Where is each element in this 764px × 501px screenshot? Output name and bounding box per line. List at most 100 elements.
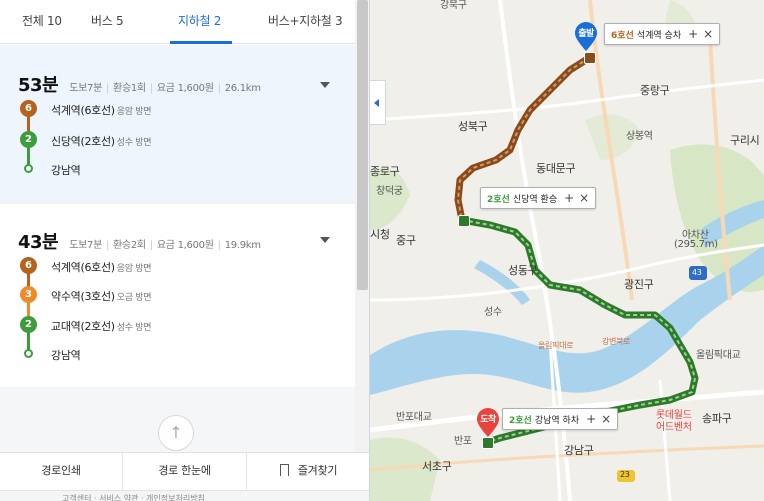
callout-line: 2호선 bbox=[509, 416, 532, 426]
collapse-panel-button[interactable] bbox=[370, 80, 386, 125]
line-6-badge: 6 bbox=[20, 100, 37, 117]
road-number: 23 bbox=[620, 470, 630, 479]
route-option-2[interactable]: 43분 도보7분 | 환승2회 | 요금 1,600원 | 19.9km 6 석계역(6호선… bbox=[0, 204, 355, 387]
map-label: 올림픽대교 bbox=[696, 350, 741, 361]
map-label: 동대문구 bbox=[536, 162, 576, 175]
map-label: 창덕궁 bbox=[376, 186, 403, 197]
callout-action: 환승 bbox=[540, 195, 558, 205]
map-label: 성동구 bbox=[508, 264, 538, 277]
destination-dot-icon bbox=[24, 349, 33, 358]
map-label: 어드벤처 bbox=[656, 422, 692, 433]
map-label: 올림픽대로 bbox=[538, 341, 574, 350]
map-label: 송파구 bbox=[702, 412, 732, 425]
callout-station: 석계역 bbox=[636, 31, 662, 41]
plus-icon[interactable]: + bbox=[586, 409, 596, 429]
map-label: 광진구 bbox=[624, 278, 654, 291]
end-callout: 2호선 강남역 하차 + × bbox=[502, 408, 619, 430]
pin-label: 출발 bbox=[578, 29, 594, 39]
route-duration: 53분 bbox=[18, 75, 59, 96]
callout-action: 하차 bbox=[562, 416, 580, 426]
map-label: 강북구 bbox=[440, 0, 467, 11]
route-summary: 53분 도보7분 | 환승1회 | 요금 1,600원 | 26.1km bbox=[18, 75, 261, 96]
active-tab-indicator bbox=[170, 41, 232, 44]
distance: 26.1km bbox=[224, 83, 261, 94]
map-label: 중랑구 bbox=[640, 84, 670, 97]
tab-all[interactable]: 전체 10 bbox=[22, 12, 62, 29]
tab-bus-subway[interactable]: 버스+지하철 3 bbox=[268, 12, 343, 29]
fare: 요금 1,600원 bbox=[156, 240, 214, 251]
direction: 응암 방면 bbox=[116, 264, 152, 274]
bookmark-icon bbox=[279, 464, 289, 479]
walk-time: 도보7분 bbox=[69, 83, 102, 94]
chevron-left-icon bbox=[374, 99, 379, 107]
walk-time: 도보7분 bbox=[69, 240, 102, 251]
plus-icon[interactable]: + bbox=[688, 24, 698, 44]
map-label: 성북구 bbox=[458, 120, 488, 133]
station-name: 석계역(6호선) bbox=[51, 104, 115, 117]
direction: 응암 방면 bbox=[116, 107, 152, 117]
route-panel: 전체 10 버스 5 지하철 2 버스+지하철 3 53분 도보7분 | 환승1회 |… bbox=[0, 0, 370, 501]
transfer-callout: 2호선 신당역 환승 + × bbox=[480, 187, 597, 209]
map-label: 중구 bbox=[396, 234, 416, 247]
map-label: 시청 bbox=[370, 228, 390, 241]
direction: 오금 방면 bbox=[116, 293, 152, 303]
map-view[interactable]: 강북구 중랑구 상봉역 성북구 구리시 동대문구 종로구 창덕궁 시청 중구 아… bbox=[370, 0, 764, 501]
print-route-button[interactable]: 경로인쇄 bbox=[0, 453, 122, 491]
route-summary: 43분 도보7분 | 환승2회 | 요금 1,600원 | 19.9km bbox=[18, 232, 261, 253]
close-icon[interactable]: × bbox=[601, 409, 611, 429]
fare: 요금 1,600원 bbox=[156, 83, 214, 94]
line-2-badge: 2 bbox=[20, 316, 37, 333]
map-label: 반포 bbox=[454, 436, 472, 447]
tab-bus[interactable]: 버스 5 bbox=[91, 12, 124, 29]
plus-icon[interactable]: + bbox=[564, 188, 574, 208]
start-callout: 6호선 석계역 승차 + × bbox=[604, 23, 721, 45]
station-marker[interactable] bbox=[584, 52, 596, 64]
bookmark-label: 즐겨찾기 bbox=[297, 464, 338, 477]
chevron-down-icon[interactable] bbox=[320, 237, 330, 243]
destination-dot-icon bbox=[24, 164, 33, 173]
station-name: 석계역(6호선) bbox=[51, 261, 115, 274]
transfer-count: 환승1회 bbox=[113, 83, 146, 94]
station-marker[interactable] bbox=[482, 437, 494, 449]
station-name: 약수역(3호선) bbox=[51, 290, 115, 303]
tab-subway[interactable]: 지하철 2 bbox=[178, 12, 221, 29]
route-option-1[interactable]: 53분 도보7분 | 환승1회 | 요금 1,600원 | 26.1km 6 석계역(6호선… bbox=[0, 45, 355, 201]
map-label: 종로구 bbox=[370, 165, 400, 178]
station-name: 강남역 bbox=[51, 349, 81, 362]
scroll-to-top-button[interactable]: ↑ bbox=[158, 415, 194, 451]
map-label: 성수 bbox=[484, 307, 502, 318]
bottom-action-bar: 경로인쇄 경로 한눈에 즐겨찾기 bbox=[0, 452, 369, 491]
transfer-count: 환승2회 bbox=[113, 240, 146, 251]
bookmark-button[interactable]: 즐겨찾기 bbox=[247, 453, 369, 491]
scrollbar-thumb[interactable] bbox=[357, 0, 368, 290]
road-number: 43 bbox=[692, 268, 702, 277]
map-label: (295.7m) bbox=[674, 239, 718, 250]
line-3-badge: 3 bbox=[20, 286, 37, 303]
close-icon[interactable]: × bbox=[579, 188, 589, 208]
line-2-badge: 2 bbox=[20, 131, 37, 148]
footer-links[interactable]: 고객센터 · 서비스 약관 · 개인정보처리방침 bbox=[62, 493, 205, 501]
arrow-up-icon: ↑ bbox=[169, 423, 183, 442]
map-label: 상봉역 bbox=[626, 131, 653, 142]
station-name: 신당역(2호선) bbox=[51, 135, 115, 148]
end-pin[interactable]: 도착 bbox=[476, 408, 500, 438]
direction: 성수 방면 bbox=[116, 138, 152, 148]
map-label: 반포대교 bbox=[396, 412, 432, 423]
callout-line: 6호선 bbox=[611, 31, 634, 41]
close-icon[interactable]: × bbox=[703, 24, 713, 44]
station-name: 교대역(2호선) bbox=[51, 320, 115, 333]
map-label: 강변북로 bbox=[602, 337, 631, 346]
route-duration: 43분 bbox=[18, 232, 59, 253]
callout-line: 2호선 bbox=[487, 195, 510, 205]
station-name: 강남역 bbox=[51, 164, 81, 177]
transport-tabs: 전체 10 버스 5 지하철 2 버스+지하철 3 bbox=[0, 0, 355, 44]
map-label: 구리시 bbox=[730, 134, 760, 147]
station-marker[interactable] bbox=[458, 215, 470, 227]
footer: 고객센터 · 서비스 약관 · 개인정보처리방침 bbox=[0, 490, 369, 501]
start-pin[interactable]: 출발 bbox=[574, 22, 598, 52]
distance: 19.9km bbox=[224, 240, 261, 251]
map-label: 강남구 bbox=[564, 444, 594, 457]
map-label: 서초구 bbox=[422, 460, 452, 473]
chevron-down-icon[interactable] bbox=[320, 82, 330, 88]
route-overview-button[interactable]: 경로 한눈에 bbox=[123, 453, 246, 491]
